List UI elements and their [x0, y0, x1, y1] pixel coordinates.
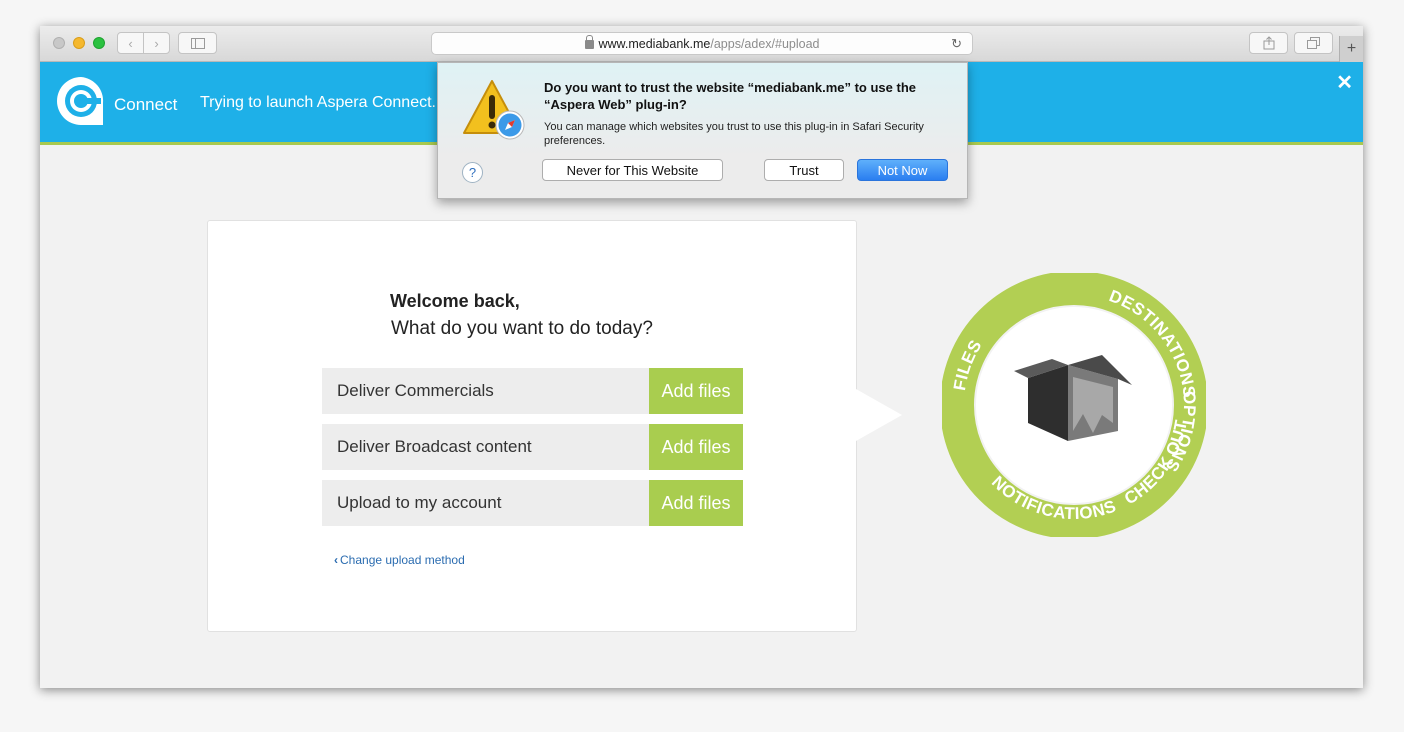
- change-upload-method-link[interactable]: ‹ Change upload method: [334, 553, 465, 567]
- url-host: www.mediabank.me: [598, 36, 711, 51]
- not-now-button[interactable]: Not Now: [857, 159, 948, 181]
- change-upload-method-label: Change upload method: [340, 553, 465, 567]
- brand-name: Connect: [114, 95, 178, 114]
- aspera-connect-logo: [57, 77, 104, 125]
- window-zoom-button[interactable]: [93, 37, 105, 49]
- card-pointer: [856, 389, 902, 441]
- warning-safari-icon: [463, 80, 525, 140]
- chevron-right-icon[interactable]: ›: [144, 33, 169, 53]
- sidebar-icon: [190, 37, 205, 49]
- upload-option-label: Deliver Commercials: [337, 381, 494, 400]
- url-path: /apps/adex/#upload: [710, 36, 820, 51]
- sidebar-button[interactable]: [178, 32, 217, 54]
- never-for-this-website-button[interactable]: Never for This Website: [542, 159, 723, 181]
- lock-icon: [584, 35, 594, 49]
- chevron-left-icon[interactable]: ‹: [118, 33, 144, 53]
- tabs-button[interactable]: [1294, 32, 1333, 54]
- upload-option-label: Deliver Broadcast content: [337, 437, 532, 456]
- help-icon[interactable]: ?: [462, 162, 483, 183]
- workflow-wheel: DESTINATIONS OPTIONS NOTIFICATIONS CHECK…: [942, 273, 1206, 537]
- close-icon[interactable]: ✕: [1336, 70, 1353, 95]
- upload-option-row: Deliver Commercials Add files: [322, 368, 743, 414]
- browser-toolbar: ‹ › www.mediabank.me/apps/adex/#upload ↻…: [40, 26, 1363, 62]
- dialog-message: You can manage which websites you trust …: [544, 121, 924, 147]
- welcome-question: What do you want to do today?: [391, 318, 653, 339]
- window-minimize-button[interactable]: [73, 37, 85, 49]
- welcome-heading: Welcome back,: [390, 291, 520, 311]
- add-files-button[interactable]: Add files: [649, 480, 743, 526]
- add-files-button[interactable]: Add files: [649, 368, 743, 414]
- dialog-title: Do you want to trust the website “mediab…: [544, 80, 916, 112]
- reload-icon[interactable]: ↻: [951, 36, 962, 52]
- browser-window: ‹ › www.mediabank.me/apps/adex/#upload ↻…: [40, 26, 1363, 688]
- upload-option-label: Upload to my account: [337, 493, 502, 512]
- window-close-button[interactable]: [53, 37, 65, 49]
- new-tab-button[interactable]: +: [1339, 36, 1363, 62]
- upload-option-row: Upload to my account Add files: [322, 480, 743, 526]
- add-files-button[interactable]: Add files: [649, 424, 743, 470]
- trust-plugin-dialog: Do you want to trust the website “mediab…: [437, 62, 968, 199]
- upload-card: Welcome back, What do you want to do tod…: [207, 220, 857, 632]
- launch-status: Trying to launch Aspera Connect.: [200, 94, 436, 111]
- tabs-icon: [1307, 37, 1320, 49]
- address-bar[interactable]: www.mediabank.me/apps/adex/#upload ↻: [431, 32, 973, 55]
- history-nav: ‹ ›: [117, 32, 170, 54]
- chevron-left-icon: ‹: [334, 553, 338, 567]
- share-button[interactable]: [1249, 32, 1288, 54]
- upload-option-row: Deliver Broadcast content Add files: [322, 424, 743, 470]
- share-icon: [1263, 36, 1274, 50]
- trust-button[interactable]: Trust: [764, 159, 844, 181]
